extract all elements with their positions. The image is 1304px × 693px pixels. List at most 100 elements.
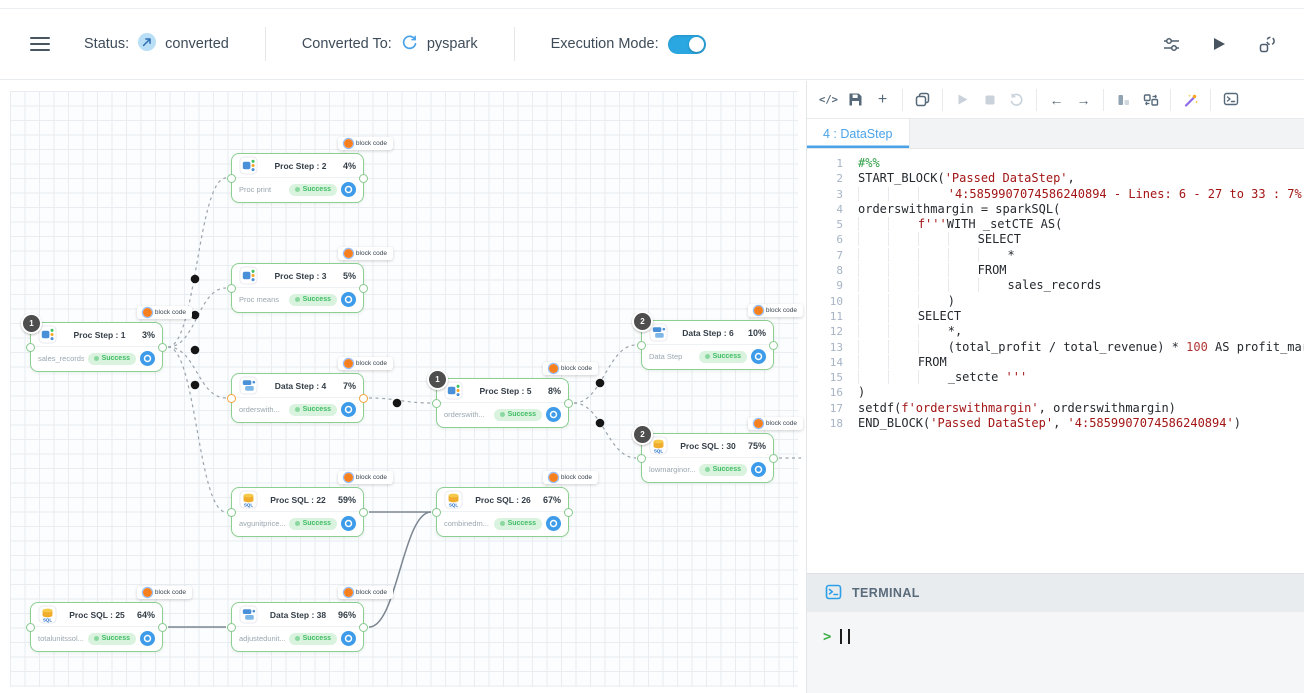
node-handle-left[interactable] — [637, 341, 646, 350]
reset-icon[interactable] — [1003, 88, 1030, 112]
dag-canvas[interactable]: block code1Proc Step : 13%sales_recordsS… — [0, 81, 806, 693]
node-progress: 3% — [142, 330, 155, 340]
node-action-button[interactable] — [140, 631, 155, 646]
add-icon[interactable]: + — [869, 88, 896, 112]
node-action-button[interactable] — [341, 182, 356, 197]
block-code-icon — [754, 419, 763, 428]
dag-node-22[interactable]: block codeSQLProc SQL : 2259%avgunitpric… — [231, 487, 364, 537]
dag-node-26[interactable]: block codeSQLProc SQL : 2667%combinedm..… — [436, 487, 569, 537]
toolbar-divider — [942, 89, 943, 111]
node-handle-left[interactable] — [227, 284, 236, 293]
run-icon[interactable] — [1208, 33, 1230, 55]
block-code-pill[interactable]: block code — [543, 362, 598, 375]
editor-tabbar: 4 : DataStep — [807, 119, 1304, 149]
dag-node-4[interactable]: block codeData Step : 47%orderswith...Su… — [231, 373, 364, 423]
node-handle-left[interactable] — [227, 174, 236, 183]
node-action-button[interactable] — [751, 462, 766, 477]
block-code-pill[interactable]: block code — [543, 471, 598, 484]
filter-sliders-icon[interactable] — [1160, 33, 1182, 55]
block-code-pill[interactable]: block code — [338, 471, 393, 484]
terminal-header[interactable]: TERMINAL — [807, 573, 1304, 612]
block-code-pill[interactable]: block code — [338, 137, 393, 150]
node-layer: block code1Proc Step : 13%sales_recordsS… — [0, 81, 806, 693]
main-area: block code1Proc Step : 13%sales_recordsS… — [0, 81, 1304, 693]
dag-node-25[interactable]: block codeSQLProc SQL : 2564%totalunitss… — [30, 602, 163, 652]
node-handle-right[interactable] — [359, 174, 368, 183]
node-title: Proc Step : 1 — [61, 330, 138, 340]
code-panel: </> + ← — [806, 81, 1304, 693]
node-handle-left[interactable] — [432, 399, 441, 408]
dag-node-30[interactable]: block code2SQLProc SQL : 3075%lowmargino… — [641, 433, 774, 483]
node-handle-left[interactable] — [227, 394, 236, 403]
copy-icon[interactable] — [909, 88, 936, 112]
node-handle-right[interactable] — [359, 284, 368, 293]
block-code-pill[interactable]: block code — [137, 306, 192, 319]
execution-mode-toggle[interactable] — [668, 35, 706, 54]
dag-node-1[interactable]: block code1Proc Step : 13%sales_recordsS… — [30, 322, 163, 372]
forward-arrow-icon[interactable]: → — [1070, 88, 1097, 112]
node-progress: 5% — [343, 271, 356, 281]
line-number: 18 — [807, 416, 858, 431]
layout-icon[interactable] — [1256, 33, 1278, 55]
node-action-button[interactable] — [341, 292, 356, 307]
node-subtitle: combinedm... — [444, 519, 490, 528]
node-handle-right[interactable] — [769, 454, 778, 463]
block-code-pill[interactable]: block code — [748, 304, 803, 317]
dag-node-38[interactable]: block codeData Step : 3896%adjustedunit.… — [231, 602, 364, 652]
block-code-pill[interactable]: block code — [338, 357, 393, 370]
node-action-button[interactable] — [341, 631, 356, 646]
node-handle-right[interactable] — [158, 343, 167, 352]
block-code-pill[interactable]: block code — [338, 247, 393, 260]
stop-icon[interactable] — [976, 88, 1003, 112]
node-handle-right[interactable] — [564, 399, 573, 408]
code-line: 14 FROM — [807, 355, 1304, 370]
line-number: 8 — [807, 263, 858, 278]
dag-node-2[interactable]: block codeProc Step : 24%Proc printSucce… — [231, 153, 364, 203]
node-handle-left[interactable] — [227, 508, 236, 517]
node-handle-left[interactable] — [26, 623, 35, 632]
block-code-icon — [344, 473, 353, 482]
magic-wand-icon[interactable] — [1177, 88, 1204, 112]
dag-node-5[interactable]: block code1Proc Step : 58%orderswith...S… — [436, 378, 569, 428]
proc-sql-icon: SQL — [38, 605, 57, 624]
node-action-button[interactable] — [341, 516, 356, 531]
node-handle-right[interactable] — [158, 623, 167, 632]
node-action-button[interactable] — [140, 351, 155, 366]
chart-icon[interactable] — [1110, 88, 1137, 112]
node-subtitle: avgunitprice... — [239, 519, 285, 528]
save-icon[interactable] — [842, 88, 869, 112]
terminal-body[interactable]: > — [807, 612, 1304, 693]
tab-datastep[interactable]: 4 : DataStep — [807, 119, 910, 148]
code-view-icon[interactable]: </> — [815, 88, 842, 112]
block-code-pill[interactable]: block code — [338, 586, 393, 599]
node-action-button[interactable] — [546, 516, 561, 531]
node-handle-left[interactable] — [432, 508, 441, 517]
menu-icon[interactable] — [30, 37, 50, 51]
dag-node-3[interactable]: block codeProc Step : 35%Proc meansSucce… — [231, 263, 364, 313]
node-action-button[interactable] — [751, 349, 766, 364]
success-dot-icon — [500, 521, 505, 526]
node-handle-left[interactable] — [637, 454, 646, 463]
line-number: 10 — [807, 294, 858, 309]
dag-node-6[interactable]: block code2Data Step : 610%Data StepSucc… — [641, 320, 774, 370]
node-action-button[interactable] — [546, 407, 561, 422]
line-number: 7 — [807, 248, 858, 263]
node-subtitle: Data Step — [649, 352, 695, 361]
block-code-pill[interactable]: block code — [137, 586, 192, 599]
node-handle-left[interactable] — [227, 623, 236, 632]
code-editor[interactable]: 1#%%2START_BLOCK('Passed DataStep',3 '4:… — [807, 149, 1304, 573]
node-handle-right[interactable] — [359, 508, 368, 517]
block-code-pill[interactable]: block code — [748, 417, 803, 430]
node-handle-right[interactable] — [359, 394, 368, 403]
swap-icon[interactable] — [1137, 88, 1164, 112]
play-icon[interactable] — [949, 88, 976, 112]
node-handle-right[interactable] — [769, 341, 778, 350]
line-number: 6 — [807, 232, 858, 247]
toolbar-divider — [1036, 89, 1037, 111]
node-action-button[interactable] — [341, 402, 356, 417]
terminal-toggle-icon[interactable] — [1217, 88, 1244, 112]
node-handle-left[interactable] — [26, 343, 35, 352]
node-handle-right[interactable] — [564, 508, 573, 517]
node-handle-right[interactable] — [359, 623, 368, 632]
back-arrow-icon[interactable]: ← — [1043, 88, 1070, 112]
